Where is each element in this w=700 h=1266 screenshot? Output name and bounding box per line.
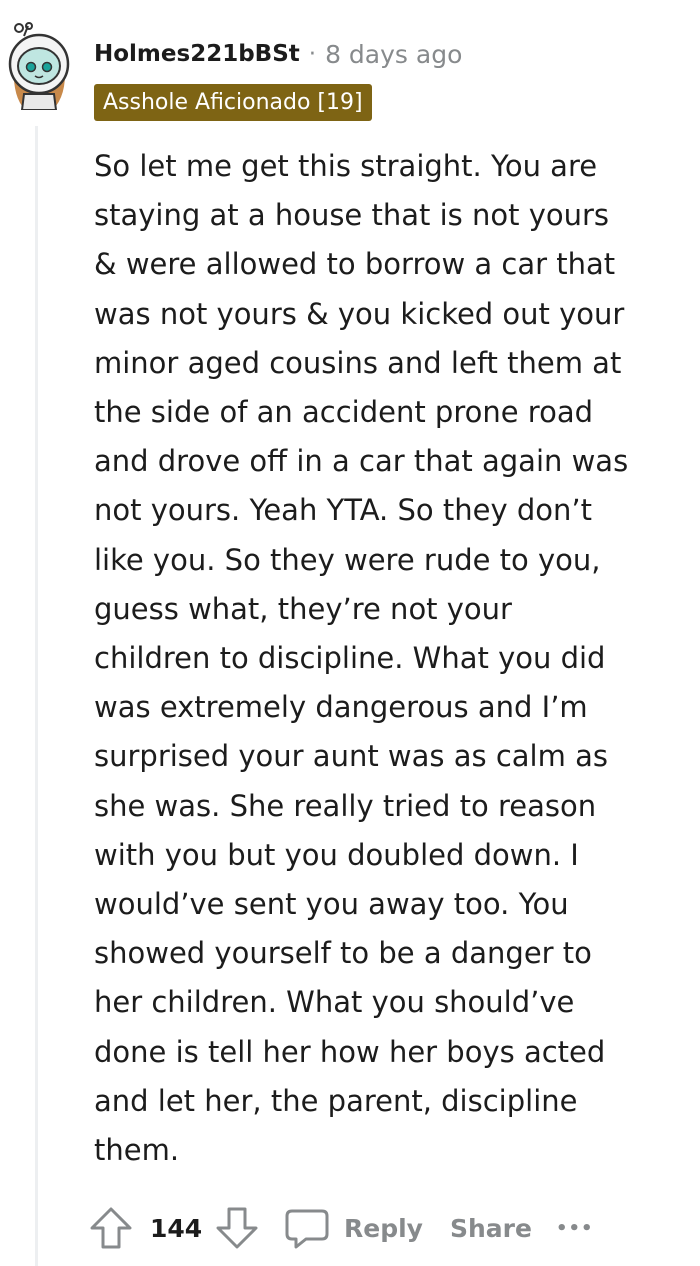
comment-body-line: them. xyxy=(94,1133,180,1168)
vote-score: 144 xyxy=(150,1200,202,1256)
user-flair: Asshole Aficionado [19] xyxy=(94,84,372,121)
comment-body-line: not yours. Yeah YTA. So they don’t xyxy=(94,493,592,528)
comment-body-line: surprised your aunt was as calm as xyxy=(94,739,608,774)
comment-body-line: children to discipline. What you did xyxy=(94,641,606,676)
username[interactable]: Holmes221bBSt xyxy=(94,41,300,67)
comment-body-line: was extremely dangerous and I’m xyxy=(94,690,588,725)
comment-body-line: she was. She really tried to reason xyxy=(94,788,597,823)
comment-body-line: staying at a house that is not yours xyxy=(94,198,610,233)
more-options-icon: ••• xyxy=(556,1217,594,1239)
comment-body-line: with you but you doubled down. I xyxy=(94,837,579,872)
comment-body-line: done is tell her how her boys acted xyxy=(94,1034,606,1069)
comment-body-line: minor aged cousins and left them at xyxy=(94,345,622,380)
comment-body-line: showed yourself to be a danger to xyxy=(94,936,592,971)
upvote-button[interactable] xyxy=(88,1200,134,1256)
speech-bubble-icon xyxy=(285,1209,329,1249)
comment-body: So let me get this straight. You are stay… xyxy=(94,142,690,1175)
thread-line[interactable] xyxy=(35,126,38,1266)
comment-body-line: guess what, they’re not your xyxy=(94,591,512,626)
comment-body-line: her children. What you should’ve xyxy=(94,985,575,1020)
comment-action-bar: 144 Reply Share ••• xyxy=(88,1200,698,1256)
downvote-button[interactable] xyxy=(214,1200,260,1256)
reply-label: Reply xyxy=(344,1213,423,1243)
comment-body-line: & were allowed to borrow a car that xyxy=(94,247,616,282)
upvote-arrow-icon xyxy=(90,1207,132,1249)
comment-body-line: and drove off in a car that again was xyxy=(94,444,629,479)
comment-body-line: the side of an accident prone road xyxy=(94,395,594,430)
timestamp[interactable]: 8 days ago xyxy=(325,40,462,69)
separator-dot: · xyxy=(308,41,317,67)
comment-body-line: and let her, the parent, discipline xyxy=(94,1083,578,1118)
share-button[interactable]: Share xyxy=(450,1200,532,1256)
comment-body-line: was not yours & you kicked out your xyxy=(94,296,625,331)
avatar-icon xyxy=(8,22,70,110)
comment-body-line: would’ve sent you away too. You xyxy=(94,887,569,922)
more-options-button[interactable]: ••• xyxy=(556,1200,594,1256)
comment-body-line: So let me get this straight. You are xyxy=(94,149,598,183)
comment-header: Holmes221bBSt · 8 days ago xyxy=(94,36,462,72)
score-value: 144 xyxy=(150,1213,203,1243)
comment-body-line: like you. So they were rude to you, xyxy=(94,542,601,577)
downvote-arrow-icon xyxy=(216,1207,258,1249)
avatar[interactable] xyxy=(6,22,72,110)
reply-button[interactable]: Reply xyxy=(284,1200,423,1256)
share-label: Share xyxy=(450,1213,532,1243)
